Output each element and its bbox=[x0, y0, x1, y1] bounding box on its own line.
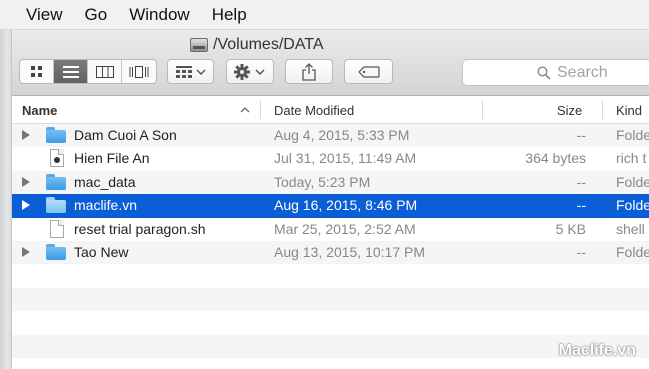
list-view-icon bbox=[62, 65, 79, 78]
arrange-icon bbox=[175, 65, 206, 78]
disclosure-triangle-icon[interactable] bbox=[22, 130, 30, 140]
column-view-icon bbox=[95, 65, 114, 78]
menu-help[interactable]: Help bbox=[212, 5, 247, 25]
menu-view[interactable]: View bbox=[26, 5, 63, 25]
empty-row bbox=[12, 358, 649, 369]
column-header-kind[interactable]: Kind bbox=[616, 103, 642, 118]
file-date: Mar 25, 2015, 2:52 AM bbox=[274, 220, 416, 237]
arrange-button[interactable] bbox=[167, 59, 214, 84]
file-date: Jul 31, 2015, 11:49 AM bbox=[274, 150, 417, 167]
disclosure-triangle-icon[interactable] bbox=[22, 200, 30, 211]
search-field[interactable]: Search bbox=[462, 59, 649, 86]
file-size: -- bbox=[576, 127, 586, 143]
folder-icon bbox=[46, 127, 66, 143]
file-size: 5 KB bbox=[555, 220, 586, 237]
disclosure-triangle-icon[interactable] bbox=[22, 246, 30, 257]
table-row-selected[interactable]: maclife.vn Aug 16, 2015, 8:46 PM -- Fold… bbox=[12, 194, 649, 218]
column-header-date[interactable]: Date Modified bbox=[274, 103, 354, 118]
column-header-name[interactable]: Name bbox=[22, 103, 57, 118]
file-list: Name Date Modified Size Kind Dam Cuoi A … bbox=[12, 96, 649, 369]
file-kind: Folde bbox=[616, 197, 649, 214]
menu-bar: View Go Window Help bbox=[0, 0, 649, 30]
file-kind: Folde bbox=[616, 173, 649, 190]
action-button[interactable] bbox=[226, 59, 274, 84]
file-name: mac_data bbox=[74, 173, 136, 190]
disclosure-triangle-icon[interactable] bbox=[22, 176, 30, 187]
table-row[interactable]: reset trial paragon.sh Mar 25, 2015, 2:5… bbox=[12, 218, 649, 241]
toolbar: /Volumes/DATA Search bbox=[12, 30, 649, 96]
watermark: Maclife.vn bbox=[558, 342, 636, 359]
document-icon bbox=[50, 149, 64, 168]
column-header-size[interactable]: Size bbox=[557, 103, 582, 118]
list-view-button[interactable] bbox=[54, 60, 88, 83]
view-mode-control bbox=[19, 59, 157, 84]
column-separator[interactable] bbox=[482, 101, 483, 119]
window-title: /Volumes/DATA bbox=[190, 34, 324, 56]
file-kind: shell bbox=[616, 220, 645, 237]
file-size: -- bbox=[576, 243, 586, 260]
file-name: Hien File An bbox=[74, 150, 150, 167]
file-date: Today, 5:23 PM bbox=[274, 173, 371, 190]
search-placeholder: Search bbox=[557, 63, 608, 81]
icon-view-button[interactable] bbox=[20, 60, 54, 83]
file-name: Dam Cuoi A Son bbox=[74, 127, 177, 143]
coverflow-view-button[interactable] bbox=[122, 60, 156, 83]
menu-window[interactable]: Window bbox=[129, 5, 189, 25]
file-kind: Folde bbox=[616, 243, 649, 260]
rows-container: Dam Cuoi A Son Aug 4, 2015, 5:33 PM -- F… bbox=[12, 124, 649, 369]
document-icon bbox=[50, 219, 64, 238]
file-kind: rich t bbox=[616, 150, 647, 167]
table-row[interactable]: mac_data Today, 5:23 PM -- Folde bbox=[12, 170, 649, 195]
coverflow-view-icon bbox=[129, 65, 149, 78]
file-date: Aug 16, 2015, 8:46 PM bbox=[274, 197, 418, 214]
sort-ascending-icon bbox=[240, 107, 250, 113]
menu-go[interactable]: Go bbox=[85, 5, 108, 25]
share-icon bbox=[302, 62, 316, 81]
folder-icon bbox=[46, 173, 66, 190]
finder-window: /Volumes/DATA Search Name Date Modified … bbox=[0, 30, 649, 369]
file-size: -- bbox=[576, 197, 586, 214]
gear-icon bbox=[234, 63, 265, 80]
folder-icon bbox=[46, 243, 66, 260]
tag-button[interactable] bbox=[344, 59, 393, 84]
table-row[interactable]: Hien File An Jul 31, 2015, 11:49 AM 364 … bbox=[12, 147, 649, 170]
column-separator[interactable] bbox=[602, 101, 603, 119]
empty-row bbox=[12, 287, 649, 312]
empty-row bbox=[12, 264, 649, 287]
window-title-text: /Volumes/DATA bbox=[213, 36, 324, 53]
drive-icon bbox=[190, 38, 208, 52]
table-row[interactable]: Tao New Aug 13, 2015, 10:17 PM -- Folde bbox=[12, 240, 649, 265]
file-name: Tao New bbox=[74, 243, 129, 260]
tag-icon bbox=[357, 65, 380, 78]
table-row[interactable]: Dam Cuoi A Son Aug 4, 2015, 5:33 PM -- F… bbox=[12, 124, 649, 148]
share-button[interactable] bbox=[285, 59, 333, 84]
file-size: -- bbox=[576, 173, 586, 190]
icon-view-icon bbox=[30, 65, 42, 77]
empty-row bbox=[12, 334, 649, 358]
file-date: Aug 4, 2015, 5:33 PM bbox=[274, 127, 410, 143]
search-icon bbox=[537, 65, 551, 80]
file-kind: Folde bbox=[616, 127, 649, 143]
window-left-edge bbox=[0, 30, 12, 369]
file-size: 364 bytes bbox=[525, 150, 586, 167]
folder-icon bbox=[46, 197, 66, 214]
file-name: maclife.vn bbox=[74, 197, 138, 214]
column-view-button[interactable] bbox=[88, 60, 122, 83]
empty-row bbox=[12, 311, 649, 334]
column-separator[interactable] bbox=[260, 101, 261, 119]
file-date: Aug 13, 2015, 10:17 PM bbox=[274, 243, 425, 260]
list-header: Name Date Modified Size Kind bbox=[12, 96, 649, 124]
file-name: reset trial paragon.sh bbox=[74, 220, 206, 237]
